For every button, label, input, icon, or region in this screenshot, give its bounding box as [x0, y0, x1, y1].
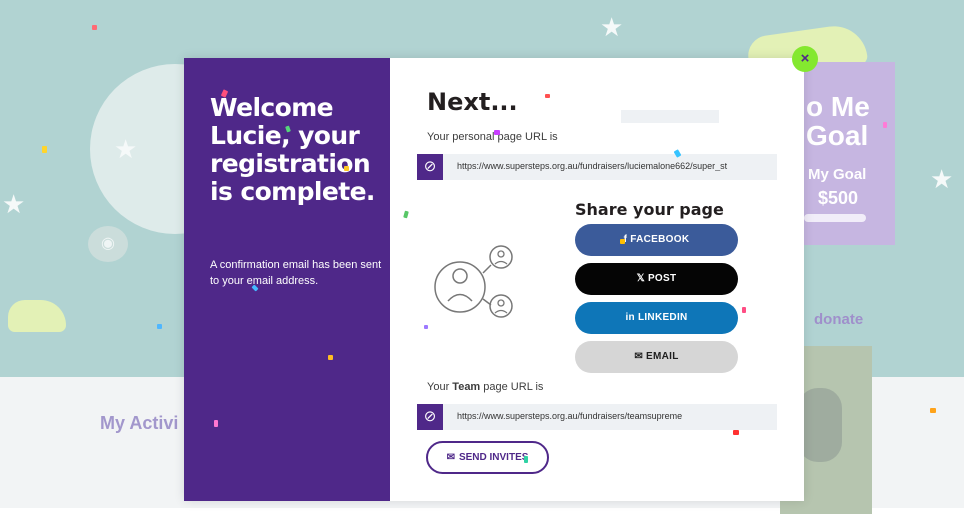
- confetti-piece: [424, 325, 428, 329]
- confetti-piece: [733, 430, 739, 435]
- team-word: Team: [452, 381, 481, 393]
- email-share-button[interactable]: ✉ EMAIL: [575, 341, 738, 373]
- decorative-bar: [621, 110, 719, 123]
- team-url-field[interactable]: ⊘ https://www.supersteps.org.au/fundrais…: [417, 404, 777, 430]
- linkedin-share-label: LINKEDIN: [637, 312, 688, 323]
- send-invites-button[interactable]: ✉ SEND INVITES: [426, 441, 549, 474]
- linkedin-share-button[interactable]: in LINKEDIN: [575, 302, 738, 334]
- next-steps-panel: Next... Your personal page URL is ⊘ http…: [390, 58, 804, 501]
- confetti-piece: [214, 420, 218, 427]
- x-post-label: POST: [647, 273, 677, 284]
- welcome-panel: Welcome Lucie, your registration is comp…: [184, 58, 390, 501]
- confetti-piece: [620, 239, 625, 244]
- confetti-piece: [545, 94, 550, 98]
- team-url-prefix: Your: [427, 381, 453, 393]
- confirmation-text: A confirmation email has been sent to yo…: [210, 259, 382, 287]
- email-share-label: EMAIL: [646, 351, 679, 362]
- linkedin-icon: in: [625, 312, 635, 323]
- confetti-piece: [883, 122, 887, 128]
- confetti-piece: [742, 307, 746, 313]
- registration-page: ◉ ★ ★ ★ ★ o Me Goal My Goal $500 donate …: [0, 0, 964, 520]
- next-heading: Next...: [427, 88, 518, 116]
- welcome-heading: Welcome Lucie, your registration is comp…: [210, 93, 375, 206]
- close-button[interactable]: ×: [792, 46, 818, 72]
- team-url-value[interactable]: https://www.supersteps.org.au/fundraiser…: [457, 411, 771, 421]
- send-invites-label: SEND INVITES: [458, 452, 529, 463]
- link-icon[interactable]: ⊘: [417, 154, 443, 180]
- email-icon: ✉: [634, 351, 644, 362]
- email-icon: ✉: [446, 452, 455, 463]
- team-url-label: Your Team page URL is: [427, 381, 543, 393]
- x-icon: 𝕏: [636, 273, 645, 284]
- share-title: Share your page: [575, 200, 724, 219]
- team-url-suffix: page URL is: [480, 381, 544, 393]
- confetti-piece: [344, 166, 349, 171]
- facebook-share-button[interactable]: f FACEBOOK: [575, 224, 738, 256]
- personal-url-value[interactable]: https://www.supersteps.org.au/fundraiser…: [457, 161, 771, 171]
- facebook-share-label: FACEBOOK: [630, 234, 690, 245]
- confetti-piece: [157, 324, 162, 329]
- confetti-piece: [930, 408, 936, 413]
- confetti-piece: [92, 25, 97, 30]
- confetti-piece: [328, 355, 333, 360]
- x-post-button[interactable]: 𝕏 POST: [575, 263, 738, 295]
- link-icon[interactable]: ⊘: [417, 404, 443, 430]
- confetti-piece: [42, 146, 47, 153]
- confetti-piece: [494, 130, 500, 135]
- confetti-piece: [524, 456, 528, 463]
- personal-url-field[interactable]: ⊘ https://www.supersteps.org.au/fundrais…: [417, 154, 777, 180]
- share-network-icon: [434, 245, 513, 318]
- registration-complete-modal: Welcome Lucie, your registration is comp…: [184, 58, 804, 501]
- personal-url-label: Your personal page URL is: [427, 131, 558, 143]
